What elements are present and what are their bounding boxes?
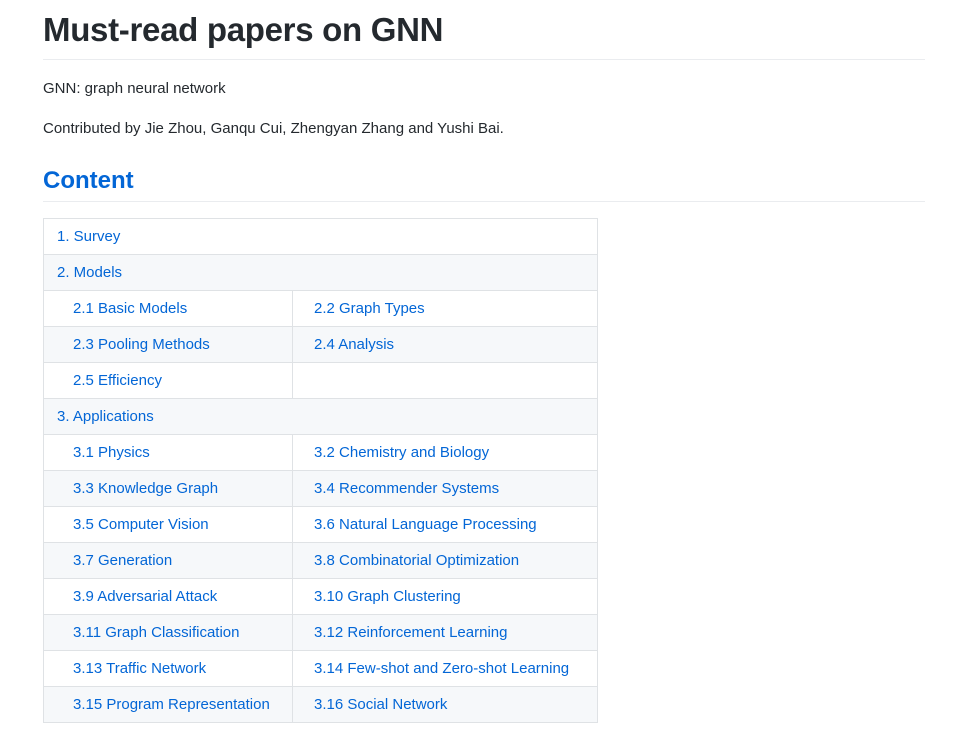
toc-cell: 3. Applications — [43, 398, 598, 435]
toc-cell: 3.3 Knowledge Graph — [43, 470, 293, 507]
toc-cell: 3.10 Graph Clustering — [292, 578, 598, 615]
toc-cell: 1. Survey — [43, 218, 598, 255]
toc-link-reinforcement-learning[interactable]: 3.12 Reinforcement Learning — [314, 624, 507, 641]
toc-link-pooling-methods[interactable]: 2.3 Pooling Methods — [73, 336, 210, 353]
table-row: 3.5 Computer Vision 3.6 Natural Language… — [43, 506, 598, 543]
toc-link-physics[interactable]: 3.1 Physics — [73, 444, 150, 461]
toc-link-chemistry-biology[interactable]: 3.2 Chemistry and Biology — [314, 444, 489, 461]
content-divider — [43, 201, 925, 202]
toc-cell: 3.4 Recommender Systems — [292, 470, 598, 507]
toc-cell: 3.7 Generation — [43, 542, 293, 579]
toc-link-knowledge-graph[interactable]: 3.3 Knowledge Graph — [73, 480, 218, 497]
toc-cell-empty — [292, 362, 598, 399]
toc-link-analysis[interactable]: 2.4 Analysis — [314, 336, 394, 353]
table-row: 3.9 Adversarial Attack 3.10 Graph Cluste… — [43, 578, 598, 615]
toc-link-few-zero-shot[interactable]: 3.14 Few-shot and Zero-shot Learning — [314, 660, 569, 677]
toc-link-social-network[interactable]: 3.16 Social Network — [314, 696, 447, 713]
toc-link-applications[interactable]: 3. Applications — [57, 408, 154, 425]
table-row: 3.11 Graph Classification 3.12 Reinforce… — [43, 614, 598, 651]
toc-cell: 3.5 Computer Vision — [43, 506, 293, 543]
toc-link-graph-classification[interactable]: 3.11 Graph Classification — [73, 624, 239, 641]
toc-link-basic-models[interactable]: 2.1 Basic Models — [73, 300, 187, 317]
toc-cell: 3.11 Graph Classification — [43, 614, 293, 651]
toc-cell: 2.3 Pooling Methods — [43, 326, 293, 363]
content-table: 1. Survey 2. Models 2.1 Basic Models 2.2… — [43, 218, 598, 723]
toc-cell: 3.12 Reinforcement Learning — [292, 614, 598, 651]
toc-cell: 3.6 Natural Language Processing — [292, 506, 598, 543]
toc-link-models[interactable]: 2. Models — [57, 264, 122, 281]
toc-cell: 3.14 Few-shot and Zero-shot Learning — [292, 650, 598, 687]
toc-cell: 3.9 Adversarial Attack — [43, 578, 293, 615]
title-divider — [43, 59, 925, 60]
table-row: 2.5 Efficiency — [43, 362, 598, 399]
toc-link-program-representation[interactable]: 3.15 Program Representation — [73, 696, 270, 713]
toc-link-adversarial-attack[interactable]: 3.9 Adversarial Attack — [73, 588, 217, 605]
toc-link-graph-clustering[interactable]: 3.10 Graph Clustering — [314, 588, 461, 605]
table-row: 1. Survey — [43, 218, 598, 255]
toc-cell: 2.5 Efficiency — [43, 362, 293, 399]
toc-link-nlp[interactable]: 3.6 Natural Language Processing — [314, 516, 537, 533]
toc-cell: 3.15 Program Representation — [43, 686, 293, 723]
toc-cell: 3.1 Physics — [43, 434, 293, 471]
table-row: 2. Models — [43, 254, 598, 291]
content-heading[interactable]: Content — [43, 166, 134, 196]
table-row: 3.13 Traffic Network 3.14 Few-shot and Z… — [43, 650, 598, 687]
toc-link-traffic-network[interactable]: 3.13 Traffic Network — [73, 660, 206, 677]
toc-cell: 2.2 Graph Types — [292, 290, 598, 327]
toc-cell: 3.16 Social Network — [292, 686, 598, 723]
toc-cell: 2.1 Basic Models — [43, 290, 293, 327]
toc-link-graph-types[interactable]: 2.2 Graph Types — [314, 300, 425, 317]
table-row: 3.15 Program Representation 3.16 Social … — [43, 686, 598, 723]
toc-cell: 3.13 Traffic Network — [43, 650, 293, 687]
intro-text: GNN: graph neural network — [43, 80, 226, 97]
toc-link-generation[interactable]: 3.7 Generation — [73, 552, 172, 569]
table-row: 3. Applications — [43, 398, 598, 435]
toc-link-computer-vision[interactable]: 3.5 Computer Vision — [73, 516, 209, 533]
page-title: Must-read papers on GNN — [43, 11, 444, 48]
toc-cell: 3.2 Chemistry and Biology — [292, 434, 598, 471]
table-row: 3.7 Generation 3.8 Combinatorial Optimiz… — [43, 542, 598, 579]
toc-link-survey[interactable]: 1. Survey — [57, 228, 120, 245]
toc-link-combinatorial-optimization[interactable]: 3.8 Combinatorial Optimization — [314, 552, 519, 569]
toc-cell: 3.8 Combinatorial Optimization — [292, 542, 598, 579]
toc-link-efficiency[interactable]: 2.5 Efficiency — [73, 372, 162, 389]
toc-cell: 2.4 Analysis — [292, 326, 598, 363]
table-row: 2.3 Pooling Methods 2.4 Analysis — [43, 326, 598, 363]
toc-cell: 2. Models — [43, 254, 598, 291]
contributors-text: Contributed by Jie Zhou, Ganqu Cui, Zhen… — [43, 120, 504, 137]
table-row: 3.1 Physics 3.2 Chemistry and Biology — [43, 434, 598, 471]
table-row: 2.1 Basic Models 2.2 Graph Types — [43, 290, 598, 327]
table-row: 3.3 Knowledge Graph 3.4 Recommender Syst… — [43, 470, 598, 507]
toc-link-recommender-systems[interactable]: 3.4 Recommender Systems — [314, 480, 499, 497]
